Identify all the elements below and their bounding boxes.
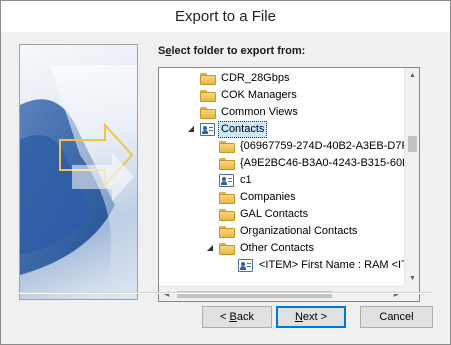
tree-item-label: GAL Contacts [240, 208, 309, 220]
tree-item-guid-1[interactable]: {06967759-274D-40B2-A3EB-D7F [159, 138, 408, 155]
tree-item-label: {A9E2BC46-B3A0-4243-B315-60D [240, 157, 411, 169]
folder-icon [200, 107, 216, 119]
tree-item-cdr[interactable]: CDR_28Gbps [159, 70, 405, 87]
vertical-scroll-thumb[interactable] [408, 136, 417, 152]
tree-item-label: Contacts [218, 121, 268, 138]
scroll-up-icon[interactable]: ▲ [405, 68, 419, 83]
folder-tree[interactable]: CDR_28Gbps COK Managers Common Views ◢ C… [158, 67, 420, 302]
folder-icon [219, 209, 235, 221]
folder-icon [219, 243, 235, 255]
collapse-arrow-icon[interactable]: ◢ [187, 125, 195, 133]
dialog-title: Export to a File [1, 1, 450, 32]
folder-icon [219, 141, 235, 153]
wizard-graphic [19, 44, 138, 300]
next-button[interactable]: Next > [276, 306, 346, 328]
button-separator [19, 292, 432, 294]
export-dialog: Export to a File Select folder to export… [0, 0, 451, 345]
folder-icon [200, 90, 216, 102]
tree-item-gal-contacts[interactable]: GAL Contacts [159, 206, 405, 223]
tree-item-other-contacts[interactable]: ◢ Other Contacts [159, 240, 405, 257]
folder-icon [200, 73, 216, 85]
collapse-arrow-icon[interactable]: ◢ [206, 244, 214, 252]
contacts-icon [238, 259, 253, 272]
folder-icon [219, 192, 235, 204]
tree-item-label: Companies [240, 191, 296, 203]
dialog-content: Select folder to export from: CDR_28Gbps… [1, 32, 450, 344]
tree-item-first-name-ram[interactable]: <ITEM> First Name : RAM <IT [159, 257, 408, 274]
folder-icon [219, 158, 235, 170]
scroll-left-icon[interactable]: ◀ [159, 287, 174, 301]
vertical-scrollbar[interactable]: ▲ ▼ [404, 68, 419, 286]
tree-item-companies[interactable]: Companies [159, 189, 405, 206]
tree-item-label: COK Managers [221, 89, 297, 101]
tree-item-label: Other Contacts [240, 242, 314, 254]
tree-item-c1[interactable]: c1 [159, 172, 405, 189]
tree-item-organizational-contacts[interactable]: Organizational Contacts [159, 223, 405, 240]
back-button[interactable]: < Back [202, 306, 272, 328]
tree-item-common-views[interactable]: Common Views [159, 104, 405, 121]
tree-item-label: CDR_28Gbps [221, 72, 290, 84]
tree-item-guid-2[interactable]: {A9E2BC46-B3A0-4243-B315-60D [159, 155, 410, 172]
scroll-right-icon[interactable]: ▶ [389, 287, 404, 301]
tree-item-label: {06967759-274D-40B2-A3EB-D7F [240, 140, 409, 152]
tree-item-label: <ITEM> First Name : RAM <IT [259, 259, 408, 271]
tree-item-label: Organizational Contacts [240, 225, 358, 237]
folder-prompt: Select folder to export from: [158, 45, 306, 57]
tree-item-label: c1 [240, 174, 252, 186]
export-arrow-illustration [20, 65, 137, 299]
contacts-icon [200, 123, 215, 136]
tree-item-cok-managers[interactable]: COK Managers [159, 87, 405, 104]
cancel-button[interactable]: Cancel [360, 306, 433, 328]
tree-item-label: Common Views [221, 106, 298, 118]
scroll-down-icon[interactable]: ▼ [405, 271, 419, 286]
contacts-icon [219, 174, 234, 187]
tree-item-contacts[interactable]: ◢ Contacts [159, 121, 405, 138]
folder-icon [219, 226, 235, 238]
